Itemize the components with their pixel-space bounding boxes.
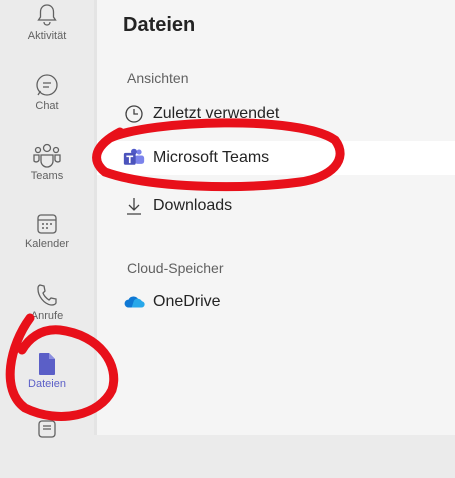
teams-icon — [33, 143, 61, 168]
more-apps-icon — [38, 420, 56, 438]
rail-item-aktivitaet[interactable]: Aktivität — [10, 2, 84, 62]
nav-item-microsoft-teams[interactable]: Microsoft Teams — [97, 141, 455, 175]
nav-label-downloads: Downloads — [153, 197, 233, 214]
phone-icon — [37, 284, 57, 306]
page-title: Dateien — [123, 14, 196, 36]
nav-item-onedrive[interactable]: OneDrive — [123, 285, 455, 319]
rail-label-chat: Chat — [35, 100, 59, 112]
teams-logo-icon — [123, 147, 145, 169]
nav-label-microsoft-teams: Microsoft Teams — [153, 149, 270, 166]
rail-label-aktivitaet: Aktivität — [27, 30, 67, 42]
rail-item-dateien[interactable]: Dateien — [10, 352, 84, 412]
rail-item-more-apps[interactable] — [10, 418, 84, 478]
file-icon — [39, 353, 55, 375]
cloud-heading: Cloud-Speicher — [127, 260, 224, 276]
views-heading: Ansichten — [127, 70, 189, 86]
rail-label-kalender: Kalender — [24, 238, 70, 250]
nav-label-recent: Zuletzt verwendet — [153, 105, 280, 122]
app-rail: Aktivität Chat Teams Kalender Anrufe Dat… — [0, 0, 97, 438]
rail-label-anrufe: Anrufe — [30, 310, 64, 322]
rail-label-dateien: Dateien — [28, 378, 66, 390]
rail-label-teams: Teams — [30, 170, 64, 182]
rail-item-chat[interactable]: Chat — [10, 72, 84, 132]
rail-item-kalender[interactable]: Kalender — [10, 212, 84, 272]
bell-icon — [37, 4, 57, 26]
clock-icon — [123, 103, 145, 125]
nav-item-recent[interactable]: Zuletzt verwendet — [123, 97, 455, 131]
nav-label-onedrive: OneDrive — [153, 293, 221, 310]
rail-item-anrufe[interactable]: Anrufe — [10, 282, 84, 342]
calendar-icon — [37, 214, 57, 234]
onedrive-icon — [123, 291, 145, 313]
download-icon — [123, 195, 145, 217]
rail-item-teams[interactable]: Teams — [10, 142, 84, 202]
chat-icon — [36, 74, 58, 96]
nav-item-downloads[interactable]: Downloads — [123, 189, 455, 223]
files-panel: Dateien Ansichten Zuletzt verwendet Micr… — [97, 0, 455, 435]
